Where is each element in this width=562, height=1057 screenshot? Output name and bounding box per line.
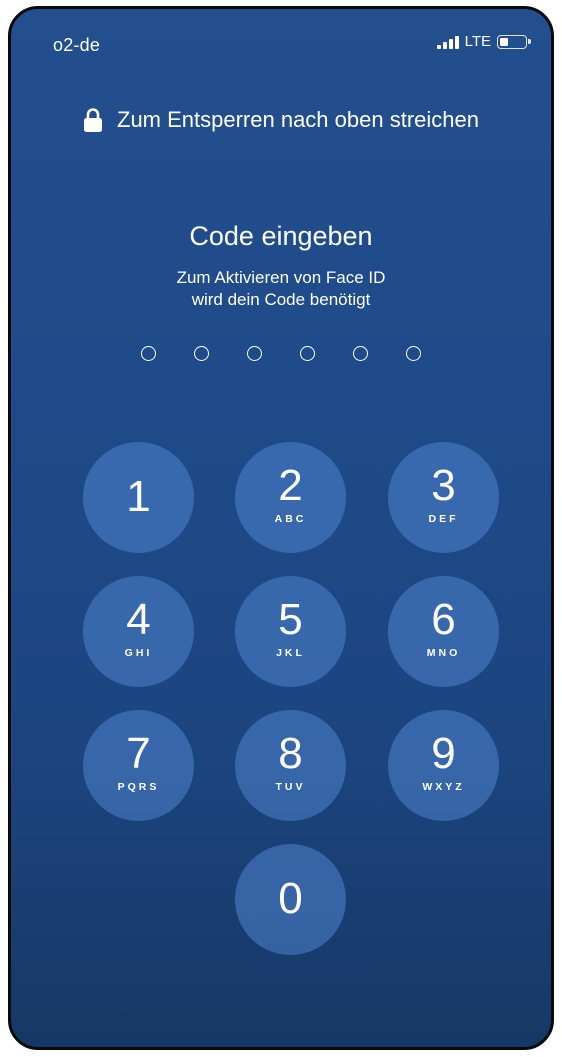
key-digit: 6 bbox=[431, 595, 456, 644]
key-digit: 1 bbox=[126, 472, 151, 521]
key-1[interactable]: 1 bbox=[83, 442, 194, 553]
key-digit: 4 bbox=[126, 595, 151, 644]
key-digit: 5 bbox=[278, 595, 303, 644]
key-9[interactable]: 9 WXYZ bbox=[388, 710, 499, 821]
key-letters: GHI bbox=[124, 647, 153, 659]
key-letters: TUV bbox=[275, 781, 306, 793]
key-7[interactable]: 7 PQRS bbox=[83, 710, 194, 821]
key-6[interactable]: 6 MNO bbox=[388, 576, 499, 687]
key-2[interactable]: 2 ABC bbox=[235, 442, 346, 553]
key-letters: ABC bbox=[274, 513, 307, 525]
key-digit: 2 bbox=[278, 461, 303, 510]
key-letters: WXYZ bbox=[422, 781, 465, 793]
phone-screen: o2-de LTE Zum Entsperren nach oben strei… bbox=[8, 6, 554, 1050]
key-letters: PQRS bbox=[117, 781, 160, 793]
key-5[interactable]: 5 JKL bbox=[235, 576, 346, 687]
key-digit: 9 bbox=[431, 729, 456, 778]
key-digit: 3 bbox=[431, 461, 456, 510]
numeric-keypad: 1 2 ABC 3 DEF 4 GHI 5 JKL 6 MNO 7 PQRS 8 TUV 9 WXYZ 0 bbox=[11, 9, 551, 1047]
key-8[interactable]: 8 TUV bbox=[235, 710, 346, 821]
key-0[interactable]: 0 bbox=[235, 844, 346, 955]
key-letters: DEF bbox=[428, 513, 459, 525]
key-digit: 0 bbox=[278, 874, 303, 923]
key-4[interactable]: 4 GHI bbox=[83, 576, 194, 687]
key-digit: 7 bbox=[126, 729, 151, 778]
key-letters: MNO bbox=[426, 647, 461, 659]
key-3[interactable]: 3 DEF bbox=[388, 442, 499, 553]
key-digit: 8 bbox=[278, 729, 303, 778]
key-letters: JKL bbox=[276, 647, 305, 659]
